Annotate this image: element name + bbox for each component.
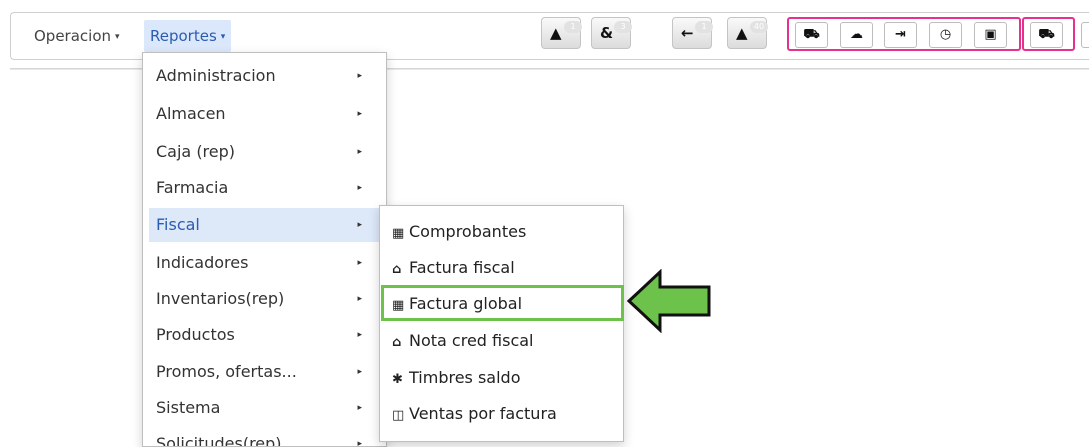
fiscal-submenu: ▦ Comprobantes ⌂ Factura fiscal ▦ Factura g…	[379, 205, 624, 442]
submenu-item-factura-fiscal[interactable]: ⌂ Factura fiscal	[380, 250, 623, 286]
menu-item-fiscal[interactable]: Fiscal ▸	[149, 208, 381, 242]
cloud-upload-button[interactable]: ☁	[840, 22, 873, 48]
nav-reportes-label: Reportes	[150, 27, 217, 45]
menu-item-label: Indicadores	[156, 253, 249, 272]
chevron-right-icon: ▸	[357, 147, 362, 157]
nav-operacion-label: Operacion	[34, 27, 112, 45]
menu-item-label: Fiscal	[156, 215, 200, 234]
truck-button[interactable]: ⛟	[1030, 22, 1063, 48]
menu-item-label: Farmacia	[156, 178, 229, 197]
asterisk-icon: ✱	[392, 372, 403, 387]
menu-item-caja[interactable]: Caja (rep) ▸	[149, 135, 381, 169]
chevron-right-icon: ▸	[357, 294, 362, 304]
chevron-right-icon: ▸	[357, 367, 362, 377]
chevron-right-icon: ▸	[357, 403, 362, 413]
chevron-right-icon: ▸	[357, 109, 362, 119]
submenu-item-ventas-por-factura[interactable]: ◫ Ventas por factura	[380, 396, 623, 432]
chevron-right-icon: ▸	[357, 330, 362, 340]
menu-item-productos[interactable]: Productos ▸	[149, 318, 381, 352]
chevron-right-icon: ▸	[357, 439, 362, 447]
badge-count: 3	[614, 21, 632, 33]
menu-item-sistema[interactable]: Sistema ▸	[149, 391, 381, 425]
menu-item-administracion[interactable]: Administracion ▸	[149, 59, 381, 93]
highlight-box	[381, 285, 624, 321]
submenu-item-nota-cred-fiscal[interactable]: ⌂ Nota cred fiscal	[380, 323, 623, 359]
menu-item-label: Productos	[156, 325, 235, 344]
nav-operacion-menu[interactable]: Operacion ▾	[28, 20, 126, 52]
submenu-item-label: Timbres saldo	[409, 368, 521, 387]
menu-item-inventarios[interactable]: Inventarios(rep) ▸	[149, 282, 381, 316]
clock-icon: ◷	[939, 27, 952, 42]
submenu-item-label: Ventas por factura	[409, 404, 557, 423]
truck-icon: ⛟	[1038, 27, 1055, 42]
menu-item-almacen[interactable]: Almacen ▸	[149, 97, 381, 131]
sign-in-icon: ⇥	[895, 27, 906, 42]
green-arrow-icon	[626, 269, 711, 333]
submenu-item-label: Factura fiscal	[409, 258, 515, 277]
save-button[interactable]: ▣	[974, 22, 1007, 48]
reportes-dropdown-menu: Administracion ▸ Almacen ▸ Caja (rep) ▸ Far…	[142, 52, 387, 447]
menu-item-label: Sistema	[156, 398, 221, 417]
menu-item-label: Almacen	[156, 104, 226, 123]
overflow-button[interactable]	[1081, 22, 1089, 48]
calendar-icon: ▦	[392, 226, 405, 241]
users-icon: &	[600, 24, 614, 42]
menu-item-label: Solicitudes(rep)	[156, 434, 282, 447]
alert-icon: ▲	[736, 24, 748, 42]
columns-icon: ◫	[392, 408, 405, 423]
bank-icon: ⌂	[392, 262, 402, 277]
submenu-item-timbres-saldo[interactable]: ✱ Timbres saldo	[380, 360, 623, 396]
users-badge-button[interactable]: & 3	[591, 17, 632, 49]
menu-item-label: Caja (rep)	[156, 142, 236, 161]
nav-reportes-menu[interactable]: Reportes ▾	[144, 20, 232, 52]
alert-badge-button[interactable]: ▲ 40	[727, 17, 768, 49]
save-icon: ▣	[984, 27, 997, 42]
submenu-item-label: Comprobantes	[409, 222, 527, 241]
bank-icon: ⌂	[392, 335, 402, 350]
submenu-item-label: Nota cred fiscal	[409, 331, 534, 350]
chevron-right-icon: ▸	[357, 258, 362, 268]
chevron-right-icon: ▸	[357, 183, 362, 193]
caret-down-icon: ▾	[115, 31, 120, 42]
menu-item-promos[interactable]: Promos, ofertas... ▸	[149, 355, 381, 389]
chevron-right-icon: ▸	[357, 71, 362, 81]
chevron-right-icon: ▸	[357, 220, 362, 230]
menu-item-farmacia[interactable]: Farmacia ▸	[149, 171, 381, 205]
clock-button[interactable]: ◷	[929, 22, 962, 48]
badge-count: 40	[750, 21, 768, 33]
cloud-upload-icon: ☁	[850, 27, 863, 42]
menu-item-solicitudes[interactable]: Solicitudes(rep) ▸	[149, 427, 381, 447]
back-badge-button[interactable]: ← 1	[672, 17, 713, 49]
menu-item-label: Inventarios(rep)	[156, 289, 285, 308]
cart-button[interactable]: ⛟	[795, 22, 828, 48]
cart-icon: ⛟	[803, 27, 820, 42]
submenu-item-comprobantes[interactable]: ▦ Comprobantes	[380, 214, 623, 250]
menu-item-label: Administracion	[156, 66, 276, 85]
menu-item-label: Promos, ofertas...	[156, 362, 297, 381]
badge-count: 1	[695, 21, 713, 33]
alert-badge-button[interactable]: ▲ 1	[541, 17, 582, 49]
menu-item-indicadores[interactable]: Indicadores ▸	[149, 246, 381, 280]
badge-count: 1	[564, 21, 582, 33]
sign-in-button[interactable]: ⇥	[884, 22, 917, 48]
alert-icon: ▲	[550, 24, 562, 42]
caret-down-icon: ▾	[220, 31, 226, 42]
arrow-left-icon: ←	[681, 24, 694, 42]
